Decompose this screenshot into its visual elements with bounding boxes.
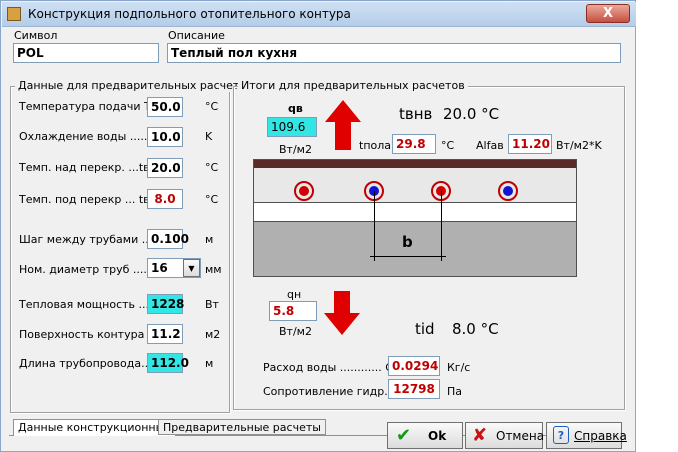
alfav-unit: Вт/м2*K bbox=[556, 139, 602, 152]
water-cooling-unit: K bbox=[205, 130, 213, 143]
qn-value: 5.8 bbox=[269, 301, 317, 321]
cancel-button[interactable]: ✘ Отмена bbox=[465, 422, 545, 449]
heat-up-arrow-icon bbox=[325, 100, 361, 150]
qn-unit: Вт/м2 bbox=[279, 325, 312, 338]
tpola-value: 29.8 bbox=[392, 134, 436, 154]
window-title: Конструкция подпольного отопительного ко… bbox=[28, 7, 351, 21]
pipe-length-unit: м bbox=[205, 357, 214, 370]
supply-temp-unit: °C bbox=[205, 100, 219, 113]
pipe-spacing-input[interactable]: 0.100 bbox=[147, 229, 189, 249]
temp-above-label: Темп. над перекр. ...tвнв bbox=[19, 161, 164, 174]
cancel-x-icon: ✘ bbox=[472, 425, 488, 446]
temp-above-unit: °C bbox=[205, 161, 219, 174]
title-bar: Конструкция подпольного отопительного ко… bbox=[2, 2, 636, 27]
surface-value: 11.2 bbox=[147, 324, 183, 344]
temp-below-input[interactable]: 8.0 bbox=[147, 189, 183, 209]
pipe-diameter-unit: мм bbox=[205, 263, 222, 276]
pipe-length-value: 112.0 bbox=[147, 353, 189, 373]
symbol-input[interactable]: POL bbox=[13, 43, 159, 63]
pipe-length-label: Длина трубопровода... L bbox=[19, 357, 162, 370]
tab-preliminary-calc[interactable]: Предварительные расчеты bbox=[158, 419, 326, 435]
pipe-spacing-label: Шаг между трубами ... b bbox=[19, 233, 163, 246]
water-cooling-label: Охлаждение воды ..... dT bbox=[19, 130, 165, 143]
spacing-label: b bbox=[402, 233, 413, 251]
pipe-spacing-unit: м bbox=[205, 233, 214, 246]
spacing-line-left bbox=[374, 191, 375, 261]
results-title: Итоги для предварительных расчетов bbox=[238, 79, 468, 92]
dialog-window: Конструкция подпольного отопительного ко… bbox=[0, 0, 636, 452]
alfav-label: Alfaв bbox=[476, 139, 504, 152]
resistance-unit: Па bbox=[447, 385, 463, 398]
help-button[interactable]: ? Справка bbox=[546, 422, 627, 449]
heat-power-value: 1228 bbox=[147, 294, 184, 314]
tpola-label: tпола bbox=[359, 139, 392, 152]
floor-section-diagram: b bbox=[253, 159, 577, 277]
supply-temp-input[interactable]: 50.0 bbox=[147, 97, 183, 117]
resistance-label: Сопротивление гидр. dP bbox=[263, 385, 405, 398]
surface-unit: м2 bbox=[205, 328, 221, 341]
spacing-line-right bbox=[441, 191, 442, 261]
supply-temp-label: Температура подачи Тп bbox=[19, 100, 158, 113]
temp-below-label: Темп. под перекр ... tвнн bbox=[19, 193, 164, 206]
floor-covering-layer bbox=[254, 160, 576, 168]
slab-layer bbox=[254, 222, 576, 276]
input-data-title: Данные для предварительных расчетов bbox=[15, 79, 256, 92]
alfav-value: 11.20 bbox=[508, 134, 552, 154]
tab-construction-data[interactable]: Данные конструкционные bbox=[13, 419, 177, 436]
ok-label: Ok bbox=[428, 429, 447, 443]
heat-down-arrow-icon bbox=[324, 291, 360, 335]
pipe-diameter-value: 16 bbox=[151, 261, 168, 275]
flow-unit: Кг/с bbox=[447, 361, 471, 374]
ok-button[interactable]: ✔ Ok bbox=[387, 422, 463, 449]
tvnv-label: tвнв bbox=[399, 105, 433, 123]
tid-value: 8.0 °C bbox=[452, 320, 499, 338]
spacing-dimension bbox=[370, 256, 446, 257]
qv-unit: Вт/м2 bbox=[279, 143, 312, 156]
tpola-unit: °C bbox=[441, 139, 455, 152]
qv-value: 109.6 bbox=[267, 117, 317, 137]
surface-label: Поверхность контура bbox=[19, 328, 145, 341]
check-icon: ✔ bbox=[396, 425, 412, 446]
tid-label: tid bbox=[415, 320, 435, 338]
flow-value: 0.0294 bbox=[388, 356, 440, 376]
pipe-diameter-label: Ном. диаметр труб .... dn bbox=[19, 263, 165, 276]
close-button[interactable]: X bbox=[586, 4, 630, 23]
description-input[interactable]: Теплый пол кухня bbox=[167, 43, 621, 63]
symbol-label: Символ bbox=[14, 29, 58, 42]
qn-label: qн bbox=[287, 288, 302, 301]
heat-power-label: Тепловая мощность ..... bbox=[19, 298, 157, 311]
cold-pipe bbox=[498, 181, 518, 201]
help-icon: ? bbox=[553, 426, 569, 444]
temp-below-unit: °C bbox=[205, 193, 219, 206]
app-icon bbox=[7, 7, 21, 21]
help-label: Справка bbox=[574, 429, 627, 443]
flow-label: Расход воды ............ G bbox=[263, 361, 394, 374]
water-cooling-input[interactable]: 10.0 bbox=[147, 127, 183, 147]
tvnv-value: 20.0 °C bbox=[443, 105, 500, 123]
cancel-label: Отмена bbox=[496, 429, 545, 443]
hot-pipe bbox=[294, 181, 314, 201]
qv-label: qв bbox=[288, 102, 303, 115]
chevron-down-icon[interactable]: ▼ bbox=[183, 259, 200, 277]
resistance-value: 12798 bbox=[388, 379, 440, 399]
pipe-diameter-select[interactable]: 16 ▼ bbox=[147, 258, 201, 278]
heat-power-unit: Вт bbox=[205, 298, 219, 311]
description-label: Описание bbox=[168, 29, 225, 42]
temp-above-input[interactable]: 20.0 bbox=[147, 158, 183, 178]
insulation-layer bbox=[254, 214, 576, 222]
